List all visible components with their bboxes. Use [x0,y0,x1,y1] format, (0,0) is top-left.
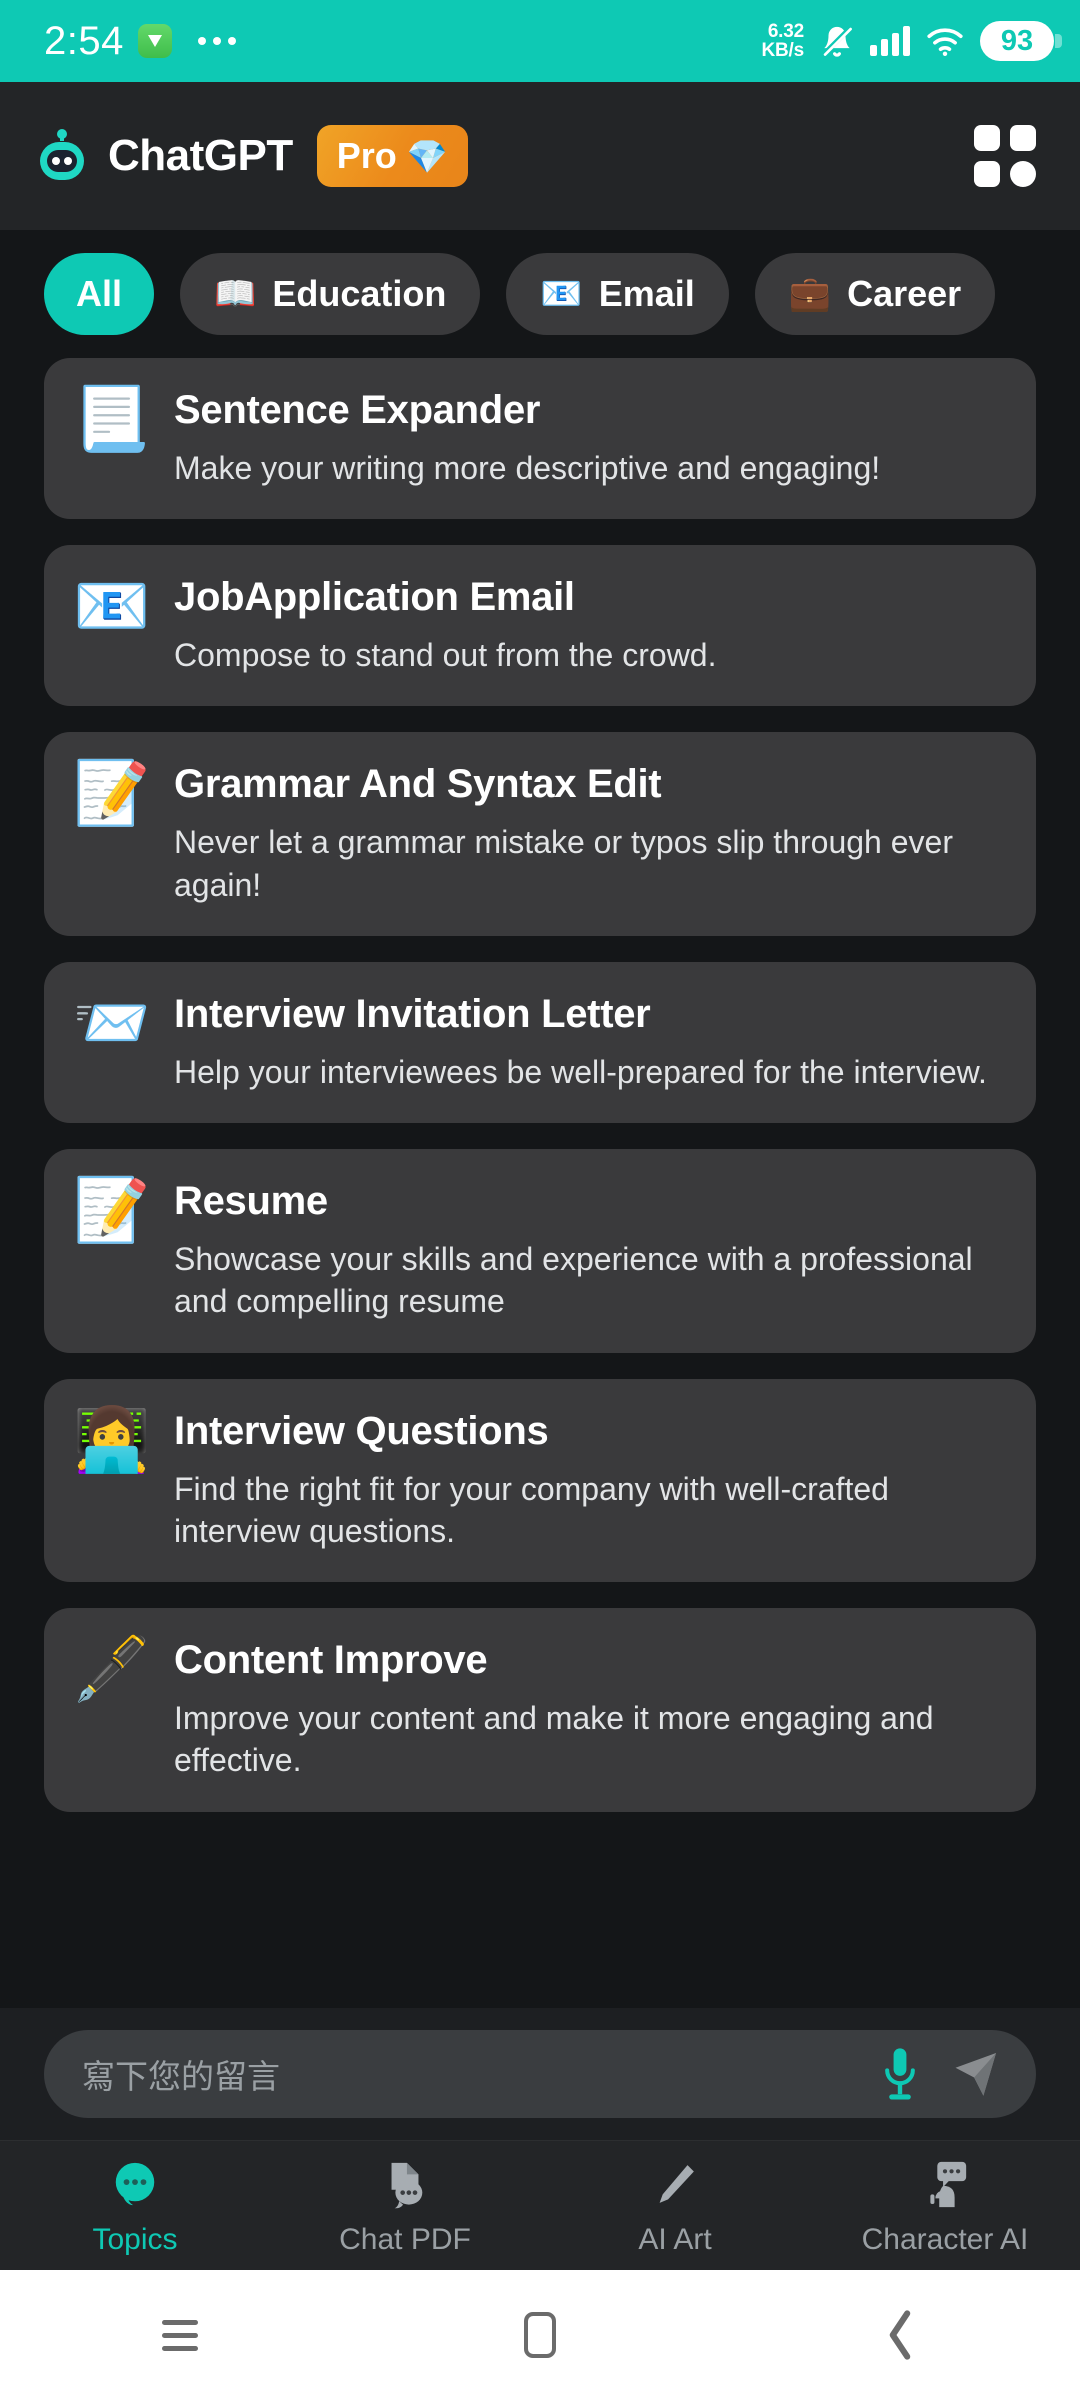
book-icon: 📖 [214,275,257,313]
robot-logo-icon [34,128,90,184]
character-ai-icon [920,2155,970,2213]
card-title: Interview Questions [174,1408,549,1453]
nav-item-character-ai[interactable]: Character AI [810,2155,1080,2257]
app-title: ChatGPT [108,131,293,180]
filter-chip-label: Email [598,273,695,314]
download-arrow-icon [137,24,172,58]
cellular-signal-icon [870,26,910,56]
wifi-icon [926,26,964,56]
message-input-placeholder: 寫下您的留言 [82,2058,280,2095]
microphone-icon[interactable] [878,2044,922,2104]
card-title: Content Improve [174,1638,488,1683]
card-description: Find the right fit for your company with… [174,1470,889,1549]
nav-label: Topics [92,2222,178,2256]
filter-chips-scroller[interactable]: All 📖 Education 📧 Email 💼 Career [0,230,1080,358]
card-description: Improve your content and make it more en… [174,1700,934,1779]
memo-resume-icon: 📝 [73,1176,151,1246]
message-input[interactable]: 寫下您的留言 [44,2030,1036,2118]
composer-bar: 寫下您的留言 [0,2008,1080,2140]
nav-label: Chat PDF [339,2222,471,2256]
status-bar-right: 6.32 KB/s 93 [761,20,1062,61]
card-title: Interview Invitation Letter [174,991,651,1036]
briefcase-icon: 💼 [788,275,832,313]
chat-pdf-icon [380,2155,430,2213]
nav-item-chat-pdf[interactable]: Chat PDF [270,2155,540,2257]
network-speed: 6.32 KB/s [761,20,805,61]
filter-chip-email[interactable]: 📧 Email [506,253,729,335]
prompt-card-list[interactable]: 📃 Sentence Expander Make your writing mo… [0,358,1080,2008]
app-header: ChatGPT Pro 💎 [0,82,1080,230]
status-time: 2:54 [44,19,124,63]
back-chevron-icon[interactable] [840,2295,960,2375]
card-description: Make your writing more descriptive and e… [174,450,881,486]
bell-muted-icon [820,24,854,58]
phone-screen: 2:54 6.32 KB/s 93 ChatGPT Pro 💎 All 📖 Ed… [0,0,1080,2400]
bottom-navigation: Topics Chat PDF AI Art Character AI [0,2140,1080,2270]
filter-chip-label: All [76,273,123,314]
android-system-nav [0,2270,1080,2400]
filter-chip-label: Education [272,273,447,314]
chat-bubble-icon [110,2155,160,2213]
send-arrow-icon[interactable] [944,2043,1006,2105]
battery-indicator: 93 [980,21,1062,61]
nav-item-ai-art[interactable]: AI Art [540,2155,810,2257]
card-description: Help your interviewees be well-prepared … [174,1053,987,1090]
pen-and-books-icon: 📝 [73,759,151,829]
card-title: Resume [174,1179,328,1224]
card-body: JobApplication Email Compose to stand ou… [174,573,1006,676]
person-at-computer-icon: 👩‍💻 [73,1405,151,1475]
gem-icon: 💎 [406,137,448,175]
card-title: JobApplication Email [174,575,575,620]
card-body: Interview Questions Find the right fit f… [174,1407,1006,1552]
card-title: Grammar And Syntax Edit [174,762,662,807]
grid-menu-icon[interactable] [974,125,1036,187]
status-bar-left: 2:54 [44,21,236,61]
list-item[interactable]: 📃 Sentence Expander Make your writing mo… [44,358,1036,520]
pro-badge-label: Pro [336,135,397,176]
card-body: Sentence Expander Make your writing more… [174,386,1006,489]
home-button-icon[interactable] [480,2295,600,2375]
page-with-curl-icon: 📃 [73,385,151,454]
card-description: Never let a grammar mistake or typos sli… [174,824,953,903]
list-item[interactable]: 👩‍💻 Interview Questions Find the right f… [44,1378,1036,1583]
status-bar: 2:54 6.32 KB/s 93 [0,0,1080,82]
network-speed-unit: KB/s [761,40,805,61]
list-item[interactable]: 📝 Resume Showcase your skills and experi… [44,1149,1036,1353]
overflow-dots-icon [197,37,236,45]
nav-label: AI Art [638,2222,712,2256]
card-title: Sentence Expander [174,388,541,432]
paintbrush-icon [650,2155,700,2213]
filter-chip-label: Career [847,273,962,314]
card-body: Interview Invitation Letter Help your in… [174,990,1006,1093]
filter-chip-all[interactable]: All [44,253,155,335]
brand-block: ChatGPT Pro 💎 [34,125,468,187]
nav-label: Character AI [861,2222,1029,2256]
incoming-envelope-icon: 📨 [73,988,151,1058]
card-description: Compose to stand out from the crowd. [174,637,717,674]
filter-chip-career[interactable]: 💼 Career [754,253,996,335]
card-description: Showcase your skills and experience with… [174,1241,973,1320]
filter-chip-education[interactable]: 📖 Education [180,253,481,335]
network-speed-value: 6.32 [767,20,804,42]
fountain-pen-icon: 🖋️ [73,1635,151,1705]
list-item[interactable]: 📧 JobApplication Email Compose to stand … [44,545,1036,707]
filter-chips: All 📖 Education 📧 Email 💼 Career [44,253,996,335]
card-body: Resume Showcase your skills and experien… [174,1177,1006,1322]
card-body: Content Improve Improve your content and… [174,1636,1006,1781]
email-at-icon: 📧 [73,572,151,642]
pro-badge[interactable]: Pro 💎 [316,125,468,187]
nav-item-topics[interactable]: Topics [0,2155,270,2257]
recents-menu-icon[interactable] [120,2295,240,2375]
list-item[interactable]: 📝 Grammar And Syntax Edit Never let a gr… [44,732,1036,936]
card-body: Grammar And Syntax Edit Never let a gram… [174,760,1006,905]
list-item[interactable]: 📨 Interview Invitation Letter Help your … [44,961,1036,1124]
email-icon: 📧 [540,275,583,313]
list-item[interactable]: 🖋️ Content Improve Improve your content … [44,1608,1036,1812]
